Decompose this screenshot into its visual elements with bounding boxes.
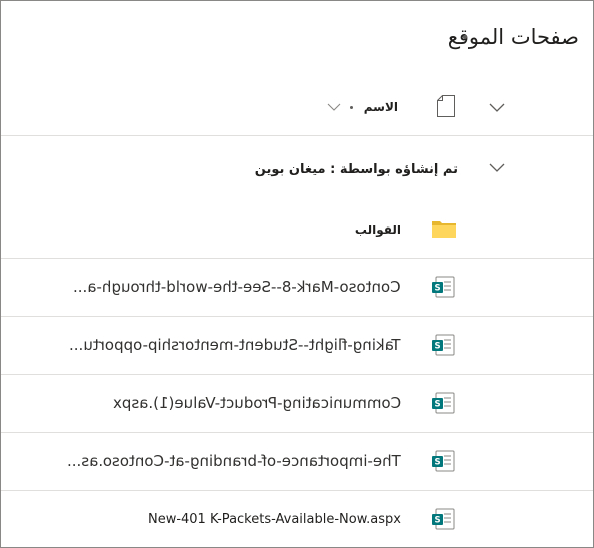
document-library-view: صفحات الموقع الاسم تم إنشاؤه بواسطة : مي… <box>0 0 594 548</box>
list-item-file[interactable]: S New-401 K-Packets-Available-Now.aspx <box>1 491 593 547</box>
list-item-file[interactable]: S Taking-flight--Student-mentorship-oppo… <box>1 317 593 375</box>
folder-name[interactable]: القوالب <box>355 223 401 237</box>
group-header-row[interactable]: تم إنشاؤه بواسطة : ميغان بوين <box>1 136 593 202</box>
sort-chevron-icon[interactable] <box>327 103 341 111</box>
column-header-row: الاسم <box>1 81 593 136</box>
svg-text:S: S <box>434 516 440 526</box>
file-name[interactable]: Taking-flight--Student-mentorship-opport… <box>69 336 401 354</box>
file-name[interactable]: New-401 K-Packets-Available-Now.aspx <box>148 512 401 527</box>
chevron-down-icon[interactable] <box>489 103 505 113</box>
folder-icon <box>432 221 456 238</box>
list-item-file[interactable]: S Communicating-Product-Value(1).aspx <box>1 375 593 433</box>
list-item-file[interactable]: S Contoso-Mark-8--See-the-world-through-… <box>1 259 593 317</box>
sharepoint-page-icon: S <box>432 450 455 472</box>
file-name[interactable]: Communicating-Product-Value(1).aspx <box>113 394 401 412</box>
svg-text:S: S <box>434 400 440 410</box>
sharepoint-page-icon: S <box>432 276 455 298</box>
column-header-name[interactable]: الاسم <box>364 100 398 114</box>
list-item-folder[interactable]: القوالب <box>1 202 593 259</box>
sharepoint-page-icon: S <box>432 392 455 414</box>
list-item-file[interactable]: S The-importance-of-branding-at-Contoso.… <box>1 433 593 491</box>
svg-text:S: S <box>434 342 440 352</box>
sort-indicator-dot <box>350 106 353 109</box>
svg-text:S: S <box>434 458 440 468</box>
chevron-down-icon[interactable] <box>489 163 505 173</box>
file-name[interactable]: Contoso-Mark-8--See-the-world-through-a.… <box>73 278 401 296</box>
page-title: صفحات الموقع <box>447 25 579 49</box>
sharepoint-page-icon: S <box>432 508 455 530</box>
title-dot <box>463 35 467 39</box>
svg-text:S: S <box>434 284 440 294</box>
file-name[interactable]: The-importance-of-branding-at-Contoso.as… <box>67 452 401 470</box>
group-header-label: تم إنشاؤه بواسطة : ميغان بوين <box>254 162 458 177</box>
document-icon[interactable] <box>437 95 455 117</box>
sharepoint-page-icon: S <box>432 334 455 356</box>
